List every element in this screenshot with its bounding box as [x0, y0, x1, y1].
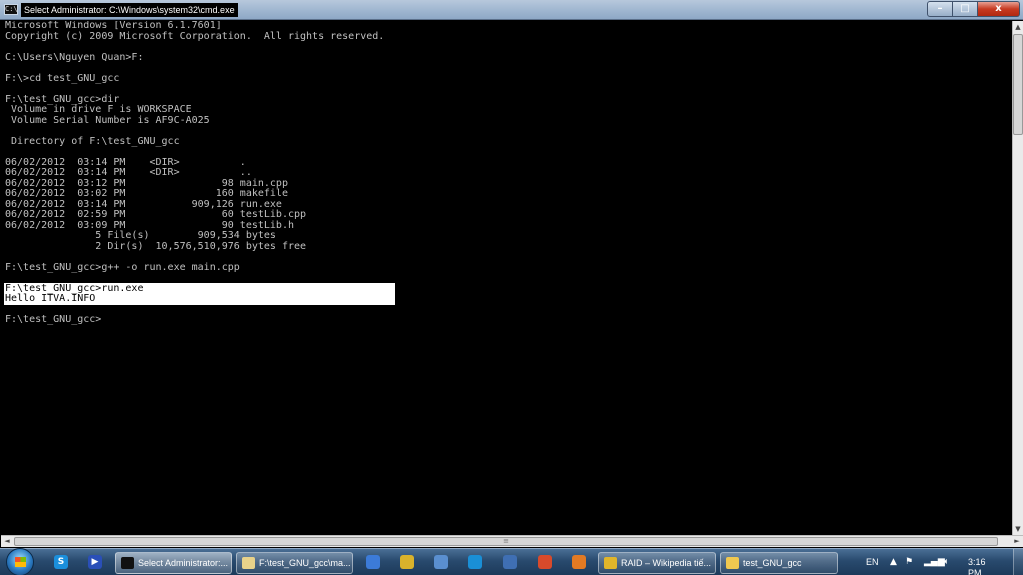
console-lines: Microsoft Windows [Version 6.1.7601] Copy…	[5, 21, 384, 326]
console-line: Volume in drive F is WORKSPACE	[5, 104, 192, 115]
show-desktop-button[interactable]	[1013, 549, 1023, 575]
windows-logo-icon	[15, 557, 26, 567]
maximize-button[interactable]: □	[953, 1, 978, 17]
minimize-button[interactable]: –	[927, 1, 953, 17]
cmd-icon	[121, 557, 134, 569]
pinned-app-5-icon[interactable]	[503, 555, 517, 569]
action-center-icon[interactable]: ⚑	[905, 555, 913, 569]
window-title: Select Administrator: C:\Windows\system3…	[21, 3, 238, 17]
console-line: C:\Users\Nguyen Quan>F:	[5, 51, 144, 63]
console-line: Microsoft Windows [Version 6.1.7601]	[5, 21, 222, 31]
console-line: F:\test_GNU_gcc>	[5, 314, 102, 325]
console-line: 2 Dir(s) 10,576,510,976 bytes free	[5, 240, 307, 252]
pinned-app-3-icon[interactable]	[434, 555, 448, 569]
taskbar: S ▶ Select Administrator:... F:\test_GNU…	[0, 548, 1023, 575]
console-line: Directory of F:\test_GNU_gcc	[5, 135, 180, 147]
task-notepad[interactable]: F:\test_GNU_gcc\ma...	[236, 552, 353, 574]
pinned-app-4-icon[interactable]	[468, 555, 482, 569]
vertical-scroll-thumb[interactable]	[1013, 34, 1023, 135]
console-line: Volume Serial Number is AF9C-A025	[5, 114, 210, 126]
console-line: 06/02/2012 03:14 PM <DIR> ..	[5, 167, 252, 178]
console-line: F:\test_GNU_gcc>g++ -o run.exe main.cpp	[5, 261, 240, 273]
pinned-app-2-icon[interactable]	[400, 555, 414, 569]
start-button[interactable]	[6, 548, 34, 575]
window-controls: – □ x	[927, 1, 1020, 17]
task-chrome[interactable]: RAID – Wikipedia tiế...	[598, 552, 716, 574]
network-signal-icon[interactable]: ▂▄▆	[924, 555, 945, 569]
pinned-app-6-icon[interactable]	[538, 555, 552, 569]
console-line: F:\>cd test_GNU_gcc	[5, 72, 120, 84]
volume-icon[interactable]: 🔈︎	[944, 555, 949, 569]
media-player-icon[interactable]: ▶	[88, 555, 102, 569]
task-explorer[interactable]: test_GNU_gcc	[720, 552, 838, 574]
skype-icon[interactable]: S	[54, 555, 68, 569]
horizontal-scrollbar[interactable]: ◄ ≡ ►	[1, 535, 1023, 547]
console-output[interactable]: Microsoft Windows [Version 6.1.7601] Copy…	[1, 21, 1012, 535]
scroll-down-arrow[interactable]: ▼	[1013, 523, 1023, 535]
console-line: Hello ITVA.INFO	[5, 293, 96, 304]
language-indicator[interactable]: EN	[866, 557, 879, 568]
scroll-left-arrow[interactable]: ◄	[1, 536, 13, 547]
task-label: F:\test_GNU_gcc\ma...	[259, 558, 351, 568]
console-line: 5 File(s) 909,534 bytes	[5, 230, 276, 241]
chrome-icon	[604, 557, 617, 569]
horizontal-scroll-thumb[interactable]: ≡	[14, 537, 998, 546]
vertical-scrollbar[interactable]: ▲ ▼	[1012, 21, 1023, 535]
close-button[interactable]: x	[978, 1, 1020, 17]
scroll-right-arrow[interactable]: ►	[1011, 536, 1023, 547]
pinned-app-7-icon[interactable]	[572, 555, 586, 569]
show-hidden-icons-arrow[interactable]: ▲	[890, 555, 897, 569]
task-label: RAID – Wikipedia tiế...	[621, 558, 712, 568]
console-line: 06/02/2012 03:02 PM 160 makefile	[5, 188, 288, 199]
folder-icon	[726, 557, 739, 569]
window-title-bar[interactable]: C:\ Select Administrator: C:\Windows\sys…	[0, 0, 1023, 20]
scroll-up-arrow[interactable]: ▲	[1013, 21, 1023, 33]
notepad-icon	[242, 557, 255, 569]
console-line: 06/02/2012 02:59 PM 60 testLib.cpp	[5, 209, 307, 220]
console-line: Copyright (c) 2009 Microsoft Corporation…	[5, 30, 385, 42]
task-cmd[interactable]: Select Administrator:...	[115, 552, 232, 574]
task-label: test_GNU_gcc	[743, 558, 802, 568]
task-label: Select Administrator:...	[138, 558, 229, 568]
pinned-app-1-icon[interactable]	[366, 555, 380, 569]
clock[interactable]: 3:16 PM	[968, 557, 986, 575]
cmd-icon[interactable]: C:\	[4, 4, 18, 15]
